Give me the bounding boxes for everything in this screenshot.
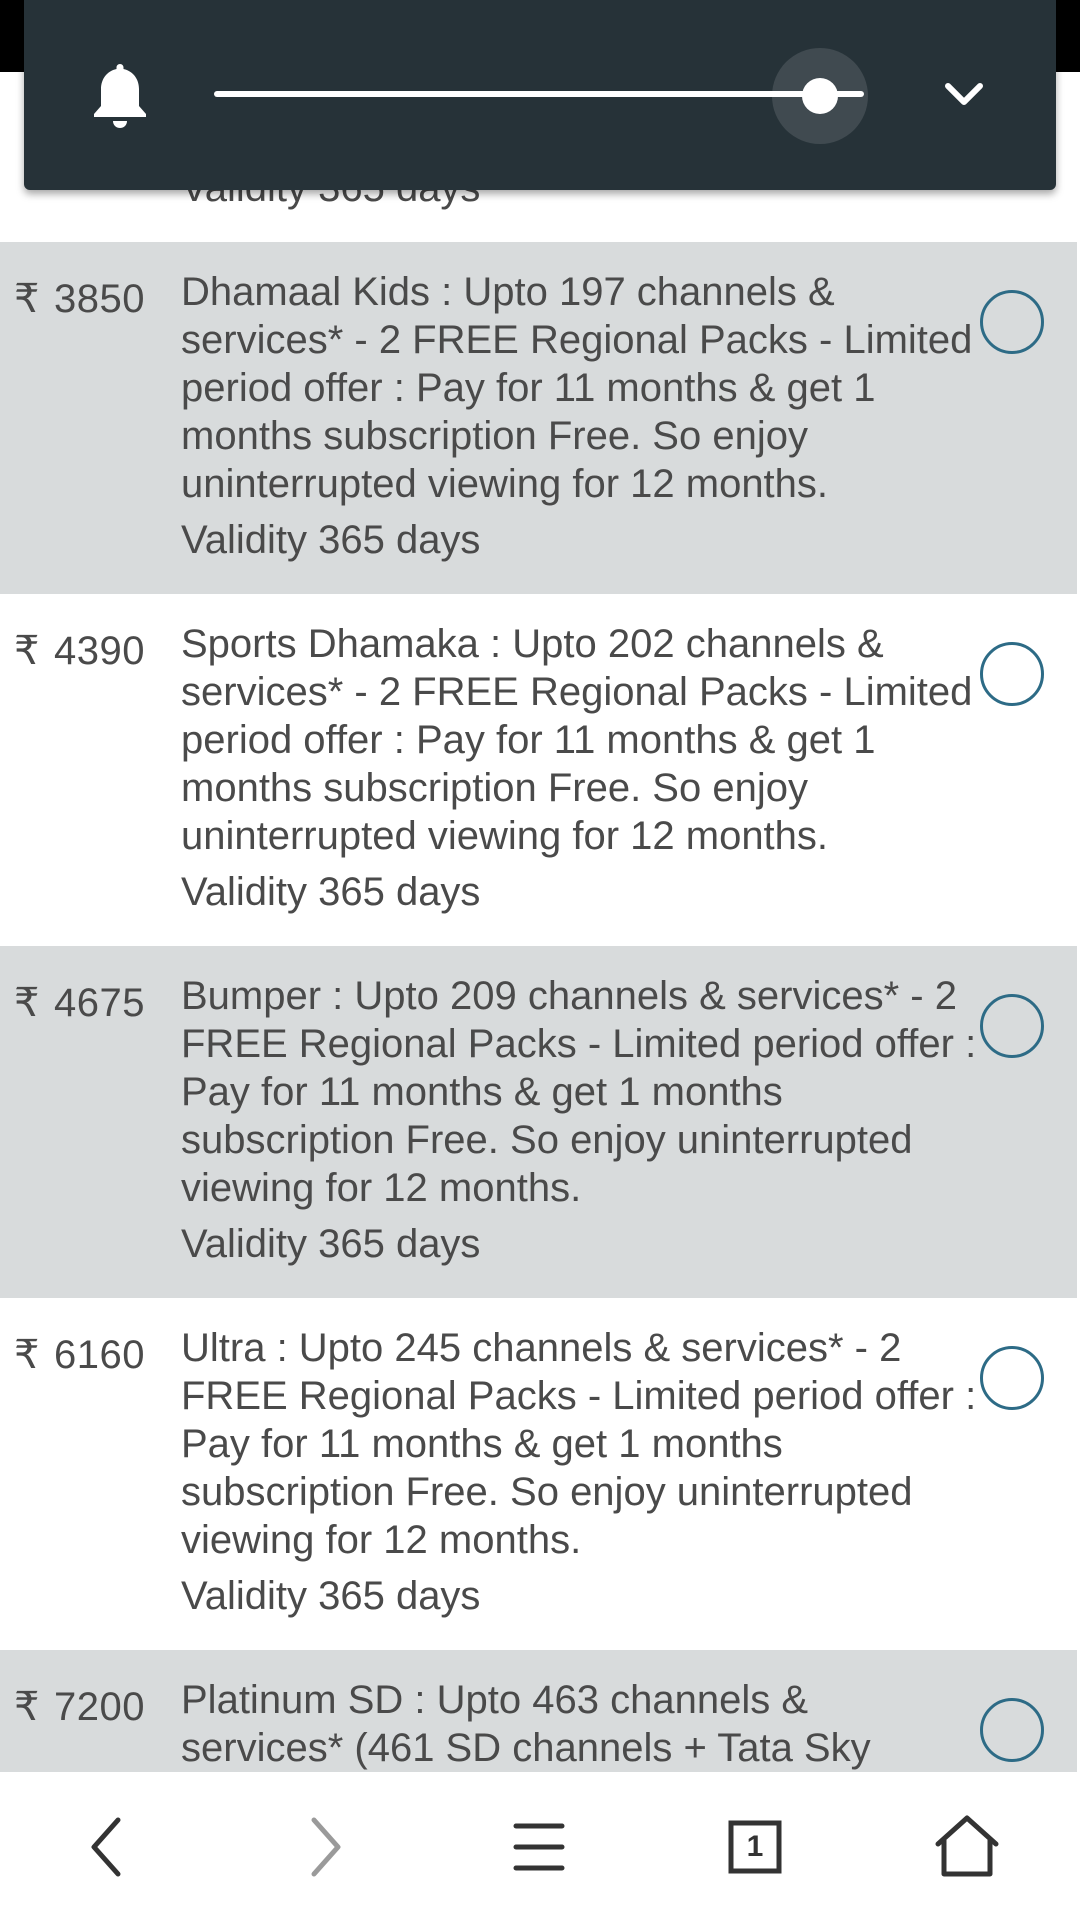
rupee-symbol: ₹ — [14, 277, 40, 321]
plan-price-value: 3850 — [53, 277, 145, 321]
plan-price: ₹3850 — [14, 276, 145, 322]
chevron-down-icon[interactable] — [934, 70, 994, 120]
plan-radio-button[interactable] — [980, 1698, 1044, 1762]
volume-slider-track[interactable] — [214, 91, 864, 97]
plan-price-value: 6160 — [53, 1333, 145, 1377]
plan-description: Dhamaal Kids : Upto 197 channels & servi… — [181, 270, 973, 506]
plan-description: Platinum SD : Upto 463 channels & servic… — [181, 1678, 871, 1770]
plan-price-value: 4675 — [53, 981, 145, 1025]
plan-radio-button[interactable] — [980, 1346, 1044, 1410]
plan-description: Sports Dhamaka : Upto 202 channels & ser… — [181, 622, 973, 858]
rupee-symbol: ₹ — [14, 981, 40, 1025]
plan-validity: Validity 365 days — [181, 870, 481, 914]
plan-price: ₹4390 — [14, 628, 145, 674]
rupee-symbol: ₹ — [14, 1685, 40, 1729]
plan-radio-button[interactable] — [980, 642, 1044, 706]
plan-price: ₹4675 — [14, 980, 145, 1026]
bell-icon — [94, 64, 146, 128]
plan-row[interactable]: ₹6160 Ultra : Upto 245 channels & servic… — [0, 1298, 1077, 1650]
plan-radio-button[interactable] — [980, 290, 1044, 354]
plan-description: Ultra : Upto 245 channels & services* - … — [181, 1326, 977, 1562]
plan-list: Validity 365 days ₹3850 Dhamaal Kids : U… — [0, 72, 1080, 1772]
plan-row[interactable]: ₹4675 Bumper : Upto 209 channels & servi… — [0, 946, 1077, 1298]
plan-row[interactable]: ₹4390 Sports Dhamaka : Upto 202 channels… — [0, 594, 1077, 946]
plan-row[interactable]: ₹7200 Platinum SD : Upto 463 channels & … — [0, 1650, 1077, 1772]
plan-row[interactable]: ₹3850 Dhamaal Kids : Upto 197 channels &… — [0, 242, 1077, 594]
plan-validity: Validity 365 days — [181, 1574, 481, 1618]
forward-arrow-icon[interactable] — [280, 1802, 370, 1892]
tab-count: 1 — [746, 1830, 764, 1863]
plan-price-value: 4390 — [53, 629, 145, 673]
tabs-button[interactable]: 1 — [710, 1802, 800, 1892]
rupee-symbol: ₹ — [14, 629, 40, 673]
menu-icon[interactable] — [494, 1802, 584, 1892]
plan-validity: Validity 365 days — [181, 1222, 481, 1266]
back-arrow-icon[interactable] — [62, 1802, 152, 1892]
plan-price: ₹7200 — [14, 1684, 145, 1730]
screen: Validity 365 days ₹3850 Dhamaal Kids : U… — [0, 0, 1080, 1920]
home-icon[interactable] — [922, 1802, 1012, 1892]
volume-slider-thumb[interactable] — [802, 78, 838, 114]
rupee-symbol: ₹ — [14, 1333, 40, 1377]
plan-validity: Validity 365 days — [181, 518, 481, 562]
plan-description: Bumper : Upto 209 channels & services* -… — [181, 974, 977, 1210]
plan-price-value: 7200 — [53, 1685, 145, 1729]
plan-price: ₹6160 — [14, 1332, 145, 1378]
plan-radio-button[interactable] — [980, 994, 1044, 1058]
browser-navbar: 1 — [0, 1772, 1080, 1920]
notification-volume-panel — [24, 0, 1056, 190]
